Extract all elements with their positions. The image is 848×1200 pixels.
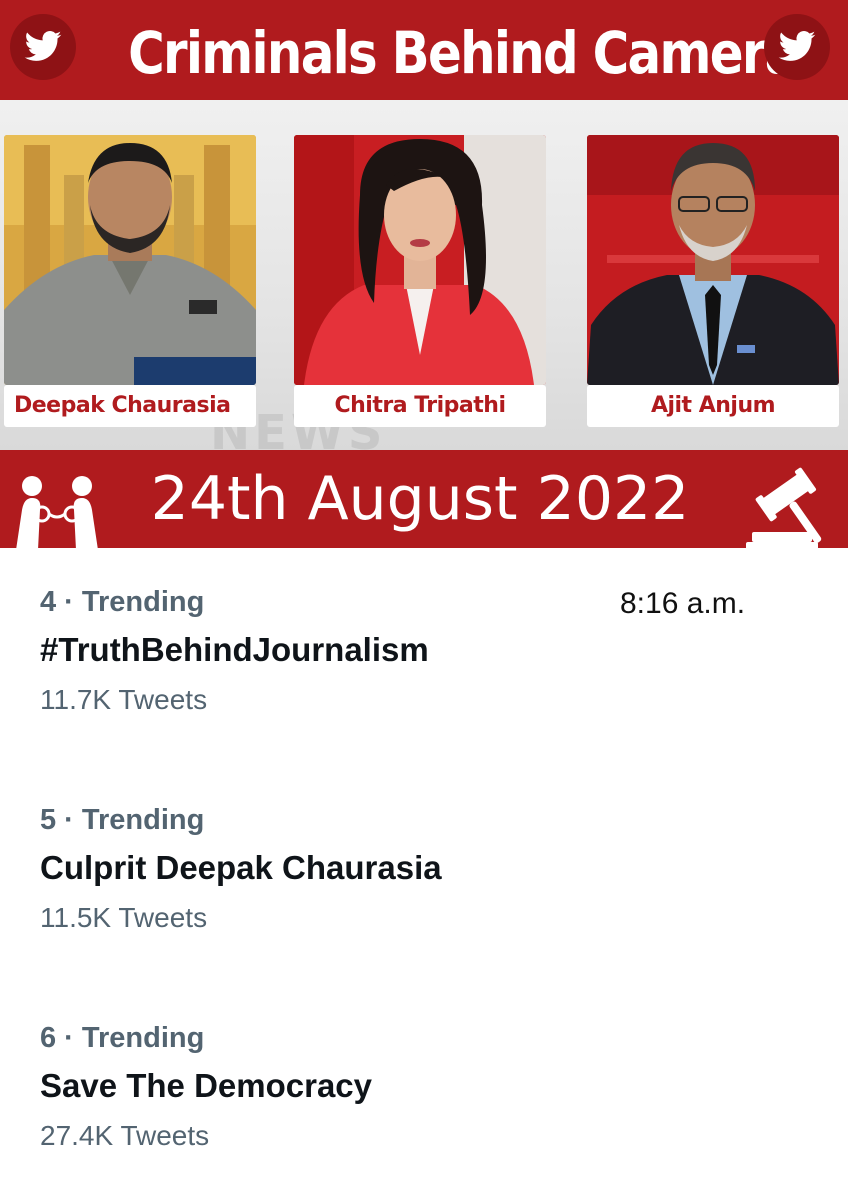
twitter-bird-icon [10,14,76,80]
trend-title: Save The Democracy [40,1067,373,1104]
anchor-name: Ajit Anjum [587,385,839,427]
anchor-card: Chitra Tripathi [294,135,546,427]
trend-title: Culprit Deepak Chaurasia [40,849,442,886]
trend-item[interactable]: 4 · Trending #TruthBehindJournalism 11.7… [40,582,600,722]
anchor-name: Chitra Tripathi [294,385,546,427]
trend-item[interactable]: 6 · Trending Save The Democracy 27.4K Tw… [40,1018,600,1158]
trend-item[interactable]: 5 · Trending Culprit Deepak Chaurasia 11… [40,800,600,940]
gavel-icon [746,462,846,550]
trend-rank: 4 · Trending [40,586,205,618]
trend-rank: 6 · Trending [40,1022,205,1054]
date-text: 24th August 2022 [150,464,690,534]
anchor-photo [587,135,839,385]
anchor-name: Deepak Chaurasia [4,385,256,427]
banner-title: Criminals Behind Camera [128,19,798,87]
anchor-card: Deepak Chaurasia [4,135,256,427]
twitter-bird-icon [764,14,830,80]
trend-tweet-count: 11.7K Tweets [40,684,208,715]
handcuffs-icon [2,474,112,550]
header-banner: Criminals Behind Camera [0,0,848,100]
anchor-card: Ajit Anjum [587,135,839,427]
trend-title: #TruthBehindJournalism [40,631,429,668]
trend-rank: 5 · Trending [40,804,205,836]
anchor-photo [4,135,256,385]
trend-tweet-count: 27.4K Tweets [40,1120,210,1151]
timestamp: 8:16 a.m. [620,587,746,620]
trend-tweet-count: 11.5K Tweets [40,902,208,933]
anchors-photo-section: NEWS Deepak Chaurasia Chitra Tripathi Aj… [0,100,848,450]
anchor-photo [294,135,546,385]
date-banner: 24th August 2022 [0,450,848,548]
